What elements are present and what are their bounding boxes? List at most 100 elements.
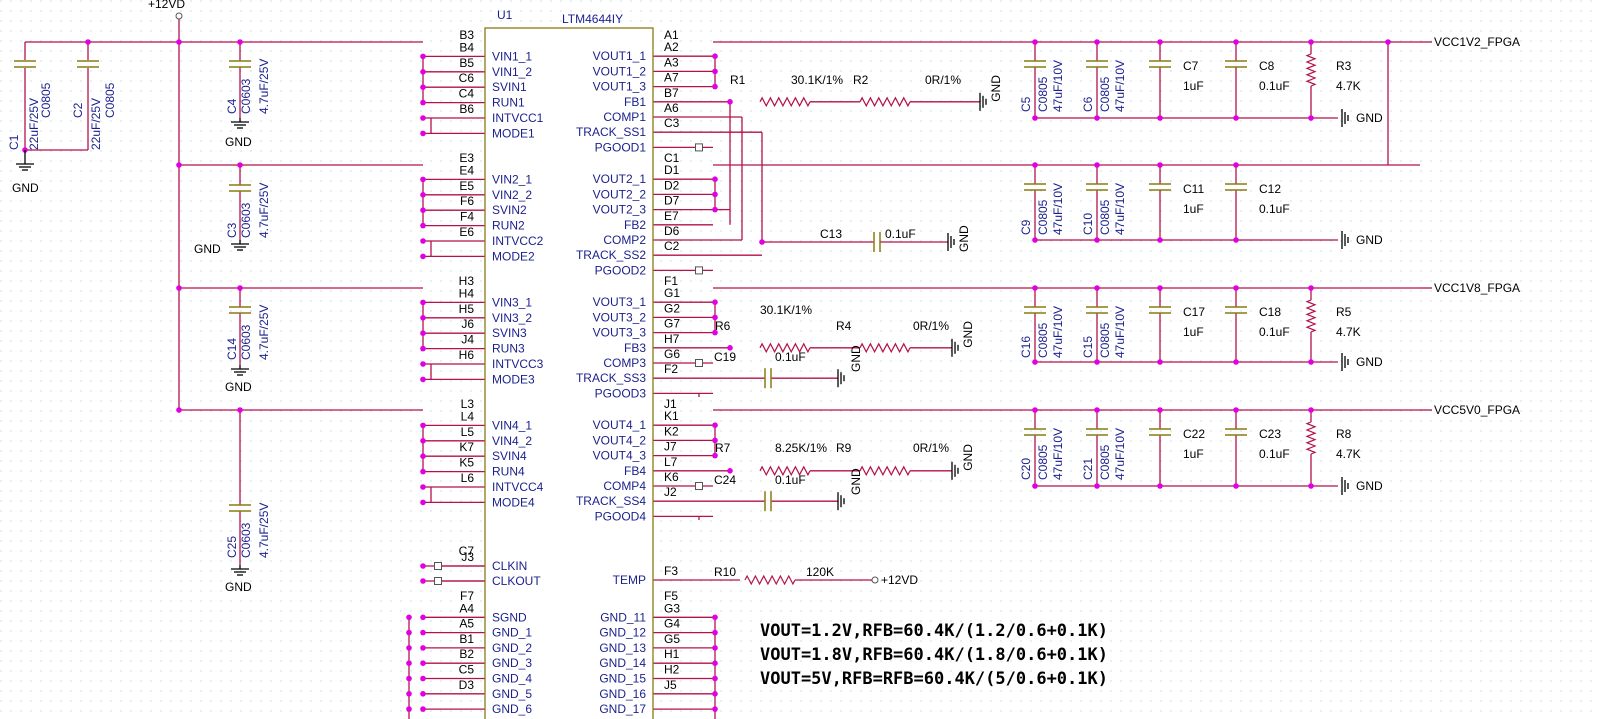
pin-number: B6 [459,102,474,116]
pin-number: A6 [664,101,679,115]
junction-dot [1094,359,1100,365]
cap-value: 4.7uF/25V [257,503,271,558]
pin-number: E6 [459,225,474,239]
pin-number: F3 [664,564,678,578]
pin-name: VOUT3_2 [593,310,647,324]
no-connect-marker [695,266,703,275]
ic-ref: U1 [497,8,513,22]
junction-dot [1233,39,1239,45]
cap-ref: C18 [1259,305,1281,319]
junction-dot [420,99,426,106]
junction-dot [1157,285,1163,291]
pin-number: B5 [459,56,474,70]
no-connect-marker [695,359,703,367]
pin-name: RUN2 [492,219,525,233]
pin-name: SGND [492,610,527,624]
junction-dot [712,53,718,59]
junction-dot [712,83,718,90]
junction-dot [420,222,426,229]
resistor-ref: R2 [853,73,869,87]
pin-number: A4 [459,601,474,615]
cap-value: 47uF/10V [1051,306,1065,358]
pin-name: CLKOUT [492,574,541,588]
gnd-label: GND [194,242,221,256]
pin-number: H4 [459,286,475,300]
junction-dot [1233,285,1239,291]
cap-package: C0603 [239,522,253,558]
pin-name: VOUT2_3 [593,203,647,217]
junction-dot [759,239,765,245]
pin-number: B1 [459,632,474,646]
junction-dot [712,422,718,429]
junction-dot [420,629,426,636]
cap-ref: C9 [1019,219,1033,235]
pin-number: C6 [459,71,475,85]
cap-value: 47uF/10V [1051,60,1065,112]
pin-number: J6 [461,317,474,331]
pin-name: VOUT3_1 [593,295,647,309]
gnd-label: GND [957,225,971,252]
pin-name: VOUT1_1 [593,49,647,63]
cap-ref: C25 [225,536,239,558]
junction-dot [420,468,426,475]
cap-value: 4.7uF/25V [257,183,271,238]
junction-dot [712,645,718,651]
junction-dot [1233,359,1239,365]
junction-dot [420,192,426,198]
pin-number: K6 [664,470,679,484]
cap-value: 4.7uF/25V [257,305,271,360]
cap-value: 0.1uF [1259,202,1290,216]
pin-name: FB3 [624,341,646,355]
pin-number: L5 [461,425,475,439]
pin-name: TRACK_SS4 [576,494,646,508]
junction-dot [406,629,412,636]
pin-number: G6 [664,347,680,361]
junction-dot [420,115,426,121]
cap-ref: C2 [71,102,85,118]
junction-dot [1032,483,1038,489]
cap-ref: C11 [1183,182,1204,196]
junction-dot [420,53,426,60]
junction-dot [1094,115,1100,121]
gnd-label: GND [989,75,1003,102]
junction-dot [176,407,182,413]
pin-name: MODE3 [492,372,535,386]
junction-dot [420,691,426,697]
resistor-ref: R1 [730,73,746,87]
pin-name: TRACK_SS1 [576,125,646,139]
pin-name: GND_16 [599,687,646,701]
cap-ref: C5 [1019,96,1033,112]
junction-dot [712,191,718,198]
pin-number: G3 [664,601,680,615]
pin-name: VIN4_2 [492,434,532,448]
pin-name: GND_5 [492,687,532,701]
pin-name: SVIN1 [492,80,527,94]
pin-name: PGOOD3 [595,386,647,400]
pin-name: COMP3 [603,356,646,370]
pin-name: FB1 [624,95,646,109]
power-rail-label: +12VD [148,0,185,11]
cap-value: 0.1uF [885,227,916,241]
pin-number: D2 [664,178,680,192]
pin-name: MODE2 [492,249,535,263]
pin-number: K2 [664,424,679,438]
junction-dot [1032,359,1038,365]
junction-dot [176,39,182,45]
pin-number: J2 [664,485,677,499]
cap-package: C0805 [1036,76,1050,112]
cap-package: C0805 [1098,444,1112,480]
pin-number: C3 [664,116,680,130]
pin-number: H1 [664,647,680,661]
cap-value: 47uF/10V [1113,306,1127,358]
pin-name: VOUT4_1 [593,418,647,432]
pin-number: G4 [664,617,680,631]
pin-number: F6 [460,194,474,208]
junction-dot [406,675,412,682]
junction-dot [420,330,426,337]
pin-number: C5 [459,663,475,677]
cap-value: 47uF/10V [1113,60,1127,112]
cap-package: C0805 [103,82,117,118]
cap-ref: C8 [1259,59,1275,73]
power-rail-label: +12VD [881,573,918,587]
pin-name: VIN3_2 [492,311,532,325]
